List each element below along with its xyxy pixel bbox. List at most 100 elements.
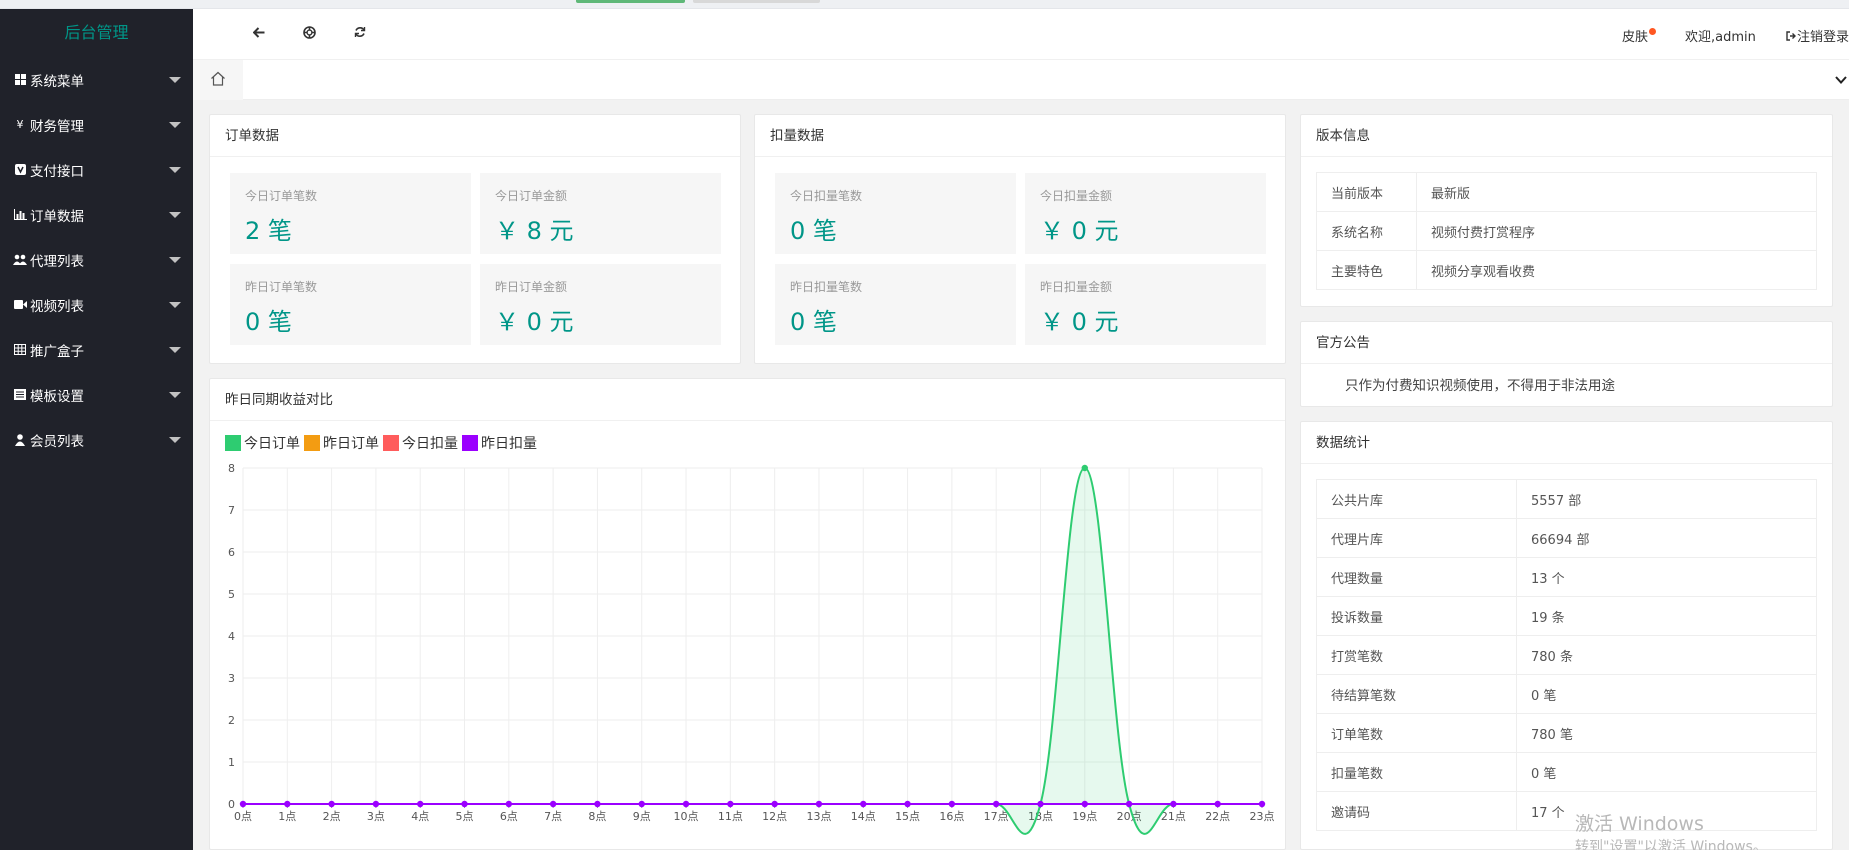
sidebar-item-label: 财务管理 — [30, 118, 84, 135]
sidebar-item-label: 代理列表 — [30, 253, 84, 270]
sign-out-icon — [1786, 30, 1796, 41]
table-row: 当前版本 最新版 — [1316, 172, 1817, 212]
chart-card: 昨日同期收益对比 今日订单 昨日订单 今日扣量 昨日扣量 0 1 2 3 4 5 6 7 8 0点 1点 2… — [209, 378, 1286, 850]
data-point — [992, 800, 1000, 808]
data-point — [1170, 800, 1177, 808]
notice-text: 只作为付费知识视频使用，不得用于非法用途 — [1345, 378, 1615, 394]
stat-today-orders: 今日订单笔数 2 笔 — [230, 173, 471, 254]
users-icon — [12, 254, 28, 265]
data-point — [771, 800, 778, 808]
top-green-button[interactable] — [576, 0, 685, 3]
row-key: 当前版本 — [1316, 172, 1417, 212]
yen-icon: ¥ — [16, 118, 24, 131]
table-row: 公共片库 5557 部 — [1316, 479, 1817, 519]
x-tick-label: 5点 — [456, 810, 474, 823]
y-tick-label: 6 — [228, 546, 235, 559]
caret-down-icon — [169, 212, 181, 218]
sidebar-item-payment[interactable]: 支付接口 — [0, 147, 193, 192]
tabs-bar — [193, 60, 1849, 100]
row-key: 订单笔数 — [1316, 713, 1517, 753]
notice-card: 官方公告 只作为付费知识视频使用，不得用于非法用途 — [1300, 321, 1833, 407]
caret-down-icon — [169, 167, 181, 173]
data-point — [1081, 800, 1088, 808]
row-value: 0 笔 — [1516, 674, 1817, 714]
logo[interactable]: 后台管理 — [0, 9, 193, 57]
data-point — [1081, 464, 1088, 472]
x-tick-label: 10点 — [674, 810, 699, 823]
browser-top-strip — [0, 0, 1849, 9]
sidebar-item-videos[interactable]: 视频列表 — [0, 282, 193, 327]
version-info-card: 版本信息 当前版本 最新版 系统名称 视频付费打赏程序 主要特色 视频分享观看收… — [1300, 114, 1833, 307]
row-key: 代理片库 — [1316, 518, 1517, 558]
sidebar-item-orders[interactable]: 订单数据 — [0, 192, 193, 237]
stat-label: 今日订单笔数 — [245, 189, 318, 203]
table-row: 投诉数量 19 条 — [1316, 596, 1817, 636]
stat-value: ￥ 0 元 — [1040, 308, 1119, 336]
tab-home[interactable] — [193, 60, 243, 100]
row-key: 系统名称 — [1316, 211, 1417, 251]
sidebar-item-finance[interactable]: ¥ 财务管理 — [0, 102, 193, 147]
line-chart: 0123456780点 1点 2点 3点 4点 5点 6点 7点 8点 9点 10点 11点 12点 13… — [228, 462, 1275, 835]
row-key: 邀请码 — [1316, 791, 1517, 831]
data-point — [239, 800, 247, 808]
sidebar-item-system-menu[interactable]: 系统菜单 — [0, 57, 193, 102]
x-tick-label: 13点 — [806, 810, 831, 823]
data-point — [594, 800, 601, 808]
stat-yesterday-amount: 昨日订单金额 ￥ 0 元 — [480, 264, 721, 345]
windows-activation-watermark: 激活 Windows — [1575, 813, 1704, 835]
row-value: 视频分享观看收费 — [1416, 250, 1817, 290]
data-point — [682, 800, 690, 808]
data-point — [328, 800, 335, 808]
data-point — [1258, 800, 1266, 808]
sidebar-item-label: 模板设置 — [30, 388, 84, 405]
series-area — [243, 468, 1262, 834]
table-row: 系统名称 视频付费打赏程序 — [1316, 211, 1817, 251]
caret-down-icon — [169, 437, 181, 443]
chevron-down-icon[interactable] — [1835, 72, 1847, 88]
row-value: 5557 部 — [1516, 479, 1817, 519]
y-tick-label: 7 — [228, 504, 235, 517]
stat-value: ￥ 8 元 — [495, 217, 574, 245]
stat-today-deduct-count: 今日扣量笔数 0 笔 — [775, 173, 1016, 254]
version-table: 当前版本 最新版 系统名称 视频付费打赏程序 主要特色 视频分享观看收费 — [1316, 172, 1817, 290]
row-key: 主要特色 — [1316, 250, 1417, 290]
x-tick-label: 11点 — [718, 810, 743, 823]
back-arrow-icon[interactable] — [252, 26, 265, 42]
sidebar-item-promo-box[interactable]: 推广盒子 — [0, 327, 193, 372]
refresh-icon[interactable] — [354, 26, 366, 42]
logout-button[interactable]: 注销登录 — [1786, 26, 1849, 45]
lifebuoy-icon[interactable] — [303, 26, 316, 43]
table-row: 代理数量 13 个 — [1316, 557, 1817, 597]
x-tick-label: 1点 — [278, 810, 296, 823]
x-tick-label: 14点 — [851, 810, 876, 823]
row-key: 代理数量 — [1316, 557, 1517, 597]
order-data-card: 订单数据 今日订单笔数 2 笔 今日订单金额 ￥ 8 元 昨日订单笔数 0 笔 … — [209, 114, 741, 364]
table-row: 打赏笔数 780 条 — [1316, 635, 1817, 675]
table-row: 订单笔数 780 笔 — [1316, 713, 1817, 753]
row-key: 投诉数量 — [1316, 596, 1517, 636]
stat-value: 2 笔 — [245, 217, 292, 245]
bar-chart-icon — [12, 209, 28, 220]
stat-yesterday-deduct-count: 昨日扣量笔数 0 笔 — [775, 264, 1016, 345]
data-point — [417, 800, 424, 808]
data-point — [461, 800, 468, 808]
stat-today-amount: 今日订单金额 ￥ 8 元 — [480, 173, 721, 254]
row-value: 视频付费打赏程序 — [1416, 211, 1817, 251]
sidebar-item-members[interactable]: 会员列表 — [0, 417, 193, 462]
top-white-button[interactable] — [693, 0, 820, 3]
data-point — [815, 800, 823, 808]
sidebar-item-agents[interactable]: 代理列表 — [0, 237, 193, 282]
y-tick-label: 3 — [228, 672, 235, 685]
table-icon — [12, 344, 28, 355]
y-tick-label: 5 — [228, 588, 235, 601]
x-tick-label: 9点 — [633, 810, 651, 823]
welcome-text: 欢迎,admin — [1685, 30, 1756, 45]
skin-switch[interactable]: 皮肤 — [1622, 26, 1657, 45]
stat-yesterday-deduct-amount: 昨日扣量金额 ￥ 0 元 — [1025, 264, 1266, 345]
x-tick-label: 22点 — [1205, 810, 1230, 823]
sidebar-item-templates[interactable]: 模板设置 — [0, 372, 193, 417]
x-tick-label: 21点 — [1161, 810, 1186, 823]
x-tick-label: 3点 — [367, 810, 385, 823]
x-tick-label: 2点 — [323, 810, 341, 823]
x-tick-label: 16点 — [939, 810, 964, 823]
